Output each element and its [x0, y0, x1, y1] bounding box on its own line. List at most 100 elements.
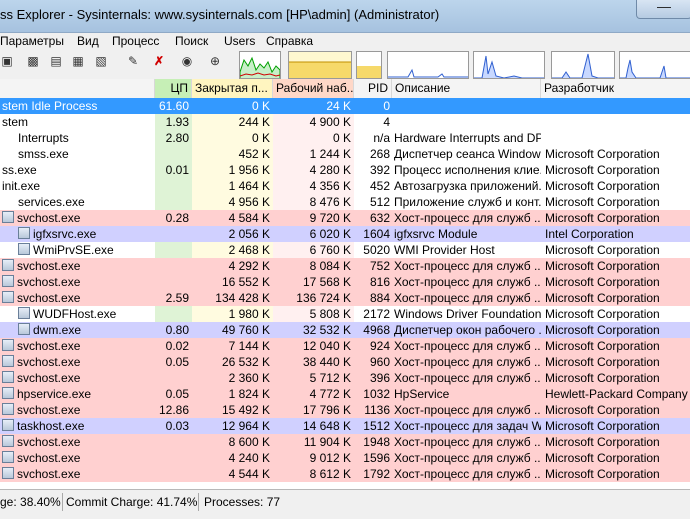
menu-process[interactable]: Процесс — [112, 34, 159, 48]
cell-pid: 1596 — [363, 451, 390, 465]
process-row[interactable]: svchost.exe 0.05 26 532 K 38 440 K 960 Хост-п… — [0, 354, 690, 370]
cell-company: Microsoft Corporation — [545, 259, 660, 273]
header-company[interactable]: Разработчик — [541, 79, 690, 98]
cell-company: Microsoft Corporation — [545, 403, 660, 417]
cell-working-set: 4 900 K — [273, 114, 354, 130]
process-row[interactable]: stem 1.93 244 K4 900 K 4 — [0, 114, 690, 130]
cell-process-name: svchost.exe — [0, 466, 155, 482]
cell-working-set: 0 K — [273, 130, 354, 146]
physical-memory-graph[interactable] — [356, 51, 382, 79]
cell-company: Microsoft Corporation — [545, 211, 660, 225]
kill-process-icon[interactable]: ✗ — [152, 54, 166, 68]
cell-pid: 1604 — [363, 227, 390, 241]
status-cpu-usage: ge: 38.40% — [0, 495, 61, 509]
process-row[interactable]: Interrupts 2.80 0 K0 Kn/a Hardware Interrup… — [0, 130, 690, 146]
cell-cpu — [155, 434, 192, 450]
target-icon[interactable]: ⊕ — [208, 54, 222, 68]
header-working-set[interactable]: Рабочий наб... — [273, 79, 354, 98]
cell-process-name: taskhost.exe — [0, 418, 155, 434]
cell-cpu — [155, 466, 192, 482]
menu-find[interactable]: Поиск — [175, 34, 208, 48]
cell-company: Microsoft Corporation — [545, 163, 660, 177]
find-icon[interactable]: ◉ — [180, 54, 194, 68]
process-row[interactable]: WUDFHost.exe 1 980 K5 808 K 2172 Windows Dr… — [0, 306, 690, 322]
lower-pane-icon[interactable]: ▦ — [71, 54, 85, 68]
cell-private-bytes: 244 K — [192, 114, 273, 130]
cell-company: Microsoft Corporation — [545, 243, 660, 257]
process-row[interactable]: dwm.exe 0.80 49 760 K 32 532 K 4968 Диспетчер… — [0, 322, 690, 338]
process-row[interactable]: WmiPrvSE.exe 2 468 K6 760 K 5020 WMI Provid… — [0, 242, 690, 258]
cpu-graph[interactable] — [239, 51, 281, 79]
menu-help[interactable]: Справка — [266, 34, 313, 48]
cell-working-set: 17 796 K — [302, 403, 351, 417]
process-name: init.exe — [2, 179, 41, 193]
menu-users[interactable]: Users — [224, 34, 255, 48]
cell-private-bytes: 452 K — [192, 146, 273, 162]
process-row[interactable]: services.exe 4 956 K8 476 K 512 Приложение … — [0, 194, 690, 210]
process-row[interactable]: svchost.exe 2 360 K 5 712 K 396 Хост-процесс… — [0, 370, 690, 386]
header-pid[interactable]: PID — [354, 79, 392, 98]
cell-description — [392, 114, 541, 130]
cell-description: Диспетчер сеанса Windows — [394, 147, 541, 161]
process-name: hpservice.exe — [17, 387, 92, 401]
process-row[interactable]: svchost.exe 8 600 K 11 904 K 1948 Хост-проце… — [0, 434, 690, 450]
process-row[interactable]: smss.exe 452 K1 244 K 268 Диспетчер сеанса … — [0, 146, 690, 162]
cell-company: Microsoft Corporation — [545, 339, 660, 353]
cell-pid: 1512 — [363, 419, 390, 433]
process-name: WmiPrvSE.exe — [33, 243, 114, 257]
process-row[interactable]: stem Idle Process 61.60 0 K 24 K 0 — [0, 98, 690, 114]
header-private-bytes[interactable]: Закрытая п... — [192, 79, 273, 98]
minimize-button[interactable]: — — [636, 0, 690, 19]
cell-description: Хост-процесс для служб ... — [394, 211, 541, 225]
cell-private-bytes: 7 144 K — [228, 339, 270, 353]
io-graph[interactable] — [387, 51, 469, 79]
cell-pid: 884 — [369, 291, 390, 305]
cell-company: Microsoft Corporation — [545, 435, 660, 449]
cell-working-set: 24 K — [326, 99, 351, 113]
refresh-icon[interactable]: ▣ — [0, 54, 14, 68]
system-info-icon[interactable]: ▩ — [26, 54, 40, 68]
cell-company: Microsoft Corporation — [545, 307, 660, 321]
cell-pid: 632 — [369, 211, 390, 225]
process-row[interactable]: taskhost.exe 0.03 12 964 K 14 648 K 1512 Хост… — [0, 418, 690, 434]
cell-process-name: svchost.exe — [0, 338, 155, 354]
process-row[interactable]: svchost.exe 12.86 15 492 K 17 796 K 1136 Хост… — [0, 402, 690, 418]
menu-options[interactable]: Параметры — [0, 34, 64, 48]
cell-working-set: 32 532 K — [302, 323, 351, 337]
cell-private-bytes: 16 552 K — [221, 275, 270, 289]
cell-description: Хост-процесс для служб ... — [394, 275, 541, 289]
menu-view[interactable]: Вид — [77, 34, 99, 48]
dll-icon[interactable]: ▧ — [94, 54, 108, 68]
process-row[interactable]: svchost.exe 4 240 K 9 012 K 1596 Хост-процес… — [0, 450, 690, 466]
properties-icon[interactable]: ▤ — [49, 54, 63, 68]
cell-cpu: 2.59 — [165, 291, 189, 305]
process-row[interactable]: hpservice.exe 0.05 1 824 K 4 772 K 1032 HpSer… — [0, 386, 690, 402]
process-icon — [2, 275, 14, 287]
process-row[interactable]: igfxsrvc.exe 2 056 K 6 020 K 1604 igfxsrvc M… — [0, 226, 690, 242]
process-row[interactable]: svchost.exe 2.59 134 428 K 136 724 K 884 Хост… — [0, 290, 690, 306]
process-row[interactable]: ss.exe 0.01 1 956 K4 280 K 392 Процесс испол… — [0, 162, 690, 178]
cell-company: Microsoft Corporation — [545, 467, 660, 481]
memory-graph[interactable] — [288, 51, 352, 79]
cell-company: Microsoft Corporation — [545, 451, 660, 465]
cell-cpu: 0.01 — [155, 162, 192, 178]
header-process[interactable] — [0, 79, 155, 98]
cell-company: Microsoft Corporation — [545, 147, 660, 161]
process-row[interactable]: init.exe 1 464 K4 356 K 452 Автозагрузка пр… — [0, 178, 690, 194]
process-row[interactable]: svchost.exe 0.02 7 144 K 12 040 K 924 Хост-пр… — [0, 338, 690, 354]
header-cpu[interactable]: ЦП — [155, 79, 192, 98]
process-row[interactable]: svchost.exe 4 292 K 8 084 K 752 Хост-процесс… — [0, 258, 690, 274]
find-window-icon[interactable]: ✎ — [126, 54, 140, 68]
process-row[interactable]: svchost.exe 4 544 K 8 612 K 1792 Хост-процес… — [0, 466, 690, 482]
header-description[interactable]: Описание — [392, 79, 541, 98]
cell-working-set: 5 712 K — [309, 371, 351, 385]
status-processes: Processes: 77 — [204, 495, 281, 509]
cell-pid: n/a — [373, 131, 390, 145]
network-graph[interactable] — [473, 51, 545, 79]
process-row[interactable]: svchost.exe 0.28 4 584 K 9 720 K 632 Хост-про… — [0, 210, 690, 226]
cell-company: Microsoft Corporation — [545, 195, 660, 209]
gpu-graph[interactable] — [619, 51, 690, 79]
process-row[interactable]: svchost.exe 16 552 K 17 568 K 816 Хост-проце… — [0, 274, 690, 290]
disk-graph[interactable] — [551, 51, 615, 79]
process-icon — [18, 323, 30, 335]
